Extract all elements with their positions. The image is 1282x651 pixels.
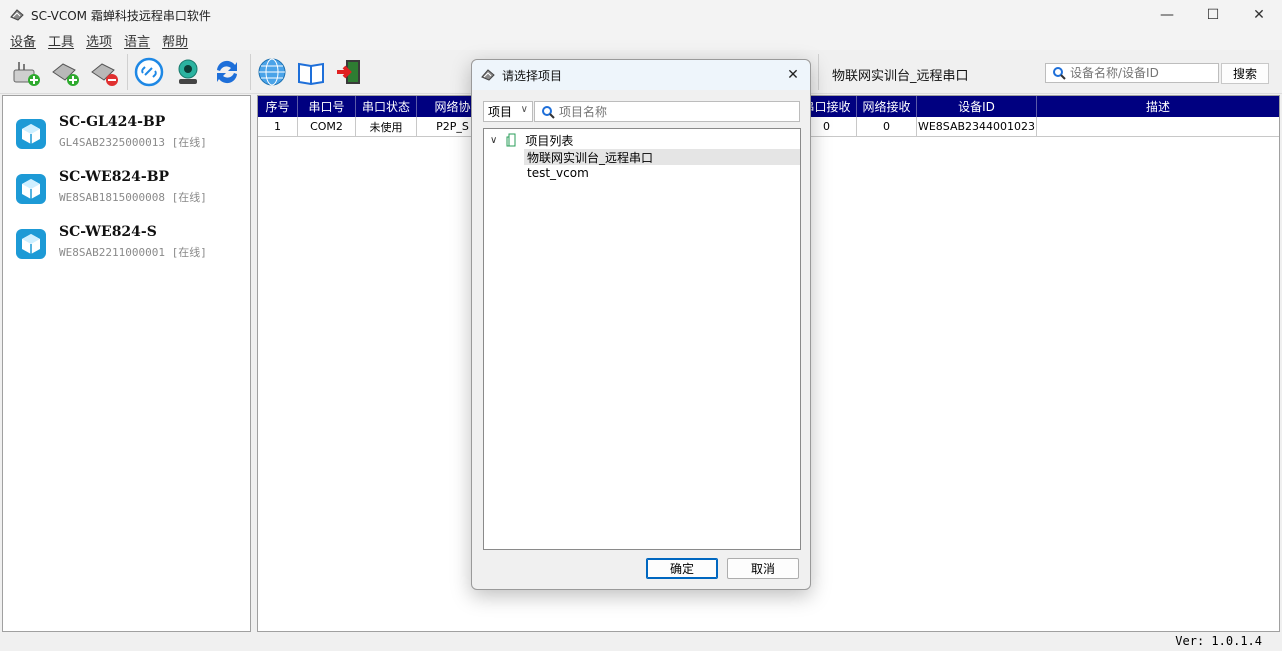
device-search-box[interactable] bbox=[1045, 63, 1219, 83]
maximize-button[interactable]: ☐ bbox=[1190, 0, 1236, 30]
minimize-button[interactable]: — bbox=[1144, 0, 1190, 30]
toolbar-separator bbox=[127, 54, 128, 90]
column-header[interactable]: 描述 bbox=[1037, 96, 1279, 117]
device-name: SC-WE824-S bbox=[59, 224, 157, 240]
add-connection-icon[interactable] bbox=[49, 56, 81, 88]
cancel-button[interactable]: 取消 bbox=[727, 558, 799, 579]
dialog-title: 请选择项目 bbox=[502, 68, 563, 83]
search-icon bbox=[542, 105, 555, 119]
chevron-down-icon: ∨ bbox=[520, 104, 528, 115]
tree-expand-icon[interactable]: ∨ bbox=[490, 135, 497, 146]
status-bar: Ver: 1.0.1.4 bbox=[0, 632, 1282, 651]
table-cell bbox=[1037, 117, 1279, 137]
column-header[interactable]: 设备ID bbox=[917, 96, 1037, 117]
device-item[interactable]: SC-WE824-S WE8SAB2211000001 [在线] bbox=[15, 222, 245, 266]
manual-book-icon[interactable] bbox=[295, 56, 327, 88]
column-header[interactable]: 网络接收 bbox=[857, 96, 917, 117]
exit-icon[interactable] bbox=[334, 56, 366, 88]
app-icon bbox=[481, 69, 495, 81]
device-item[interactable]: SC-WE824-BP WE8SAB1815000008 [在线] bbox=[15, 167, 245, 211]
tree-root-node[interactable]: ∨ 项目列表 bbox=[490, 131, 573, 149]
window-controls: — ☐ ✕ bbox=[1144, 0, 1282, 30]
title-bar: SC-VCOM 霜蝉科技远程串口软件 — ☐ ✕ bbox=[0, 0, 1282, 30]
tree-item-label: test_vcom bbox=[527, 166, 589, 180]
search-button[interactable]: 搜索 bbox=[1221, 63, 1269, 84]
device-name: SC-WE824-BP bbox=[59, 169, 170, 185]
project-search-input[interactable] bbox=[559, 104, 789, 119]
device-name: SC-GL424-BP bbox=[59, 114, 166, 130]
device-search-input[interactable] bbox=[1070, 66, 1210, 80]
tree-root-label: 项目列表 bbox=[525, 133, 574, 148]
table-cell: COM2 bbox=[298, 117, 356, 137]
device-box-icon bbox=[16, 229, 46, 259]
tree-item-project[interactable]: test_vcom bbox=[524, 165, 800, 181]
menu-language[interactable]: 语言 bbox=[118, 31, 156, 50]
close-button[interactable]: ✕ bbox=[1236, 0, 1282, 30]
table-cell: 未使用 bbox=[356, 117, 417, 137]
project-search-box[interactable] bbox=[534, 101, 800, 122]
version-label: Ver: 1.0.1.4 bbox=[1175, 634, 1262, 648]
dialog-close-button[interactable]: ✕ bbox=[782, 64, 804, 86]
tree-item-project[interactable]: 物联网实训台_远程串口 bbox=[524, 149, 800, 165]
table-cell: WE8SAB2344001023 bbox=[917, 117, 1037, 137]
remove-device-icon[interactable] bbox=[88, 56, 120, 88]
device-box-icon bbox=[16, 174, 46, 204]
select-project-dialog: 请选择项目 ✕ 项目 ∨ ∨ 项目列表 物联网实训台_远程串口 test_vco… bbox=[471, 59, 811, 590]
column-header[interactable]: 序号 bbox=[258, 96, 298, 117]
window-title: SC-VCOM 霜蝉科技远程串口软件 bbox=[31, 8, 211, 23]
table-cell: 0 bbox=[857, 117, 917, 137]
globe-icon[interactable] bbox=[256, 56, 288, 88]
device-id: WE8SAB2211000001 [在线] bbox=[59, 246, 207, 259]
link-icon[interactable] bbox=[133, 56, 165, 88]
project-folder-icon bbox=[506, 133, 516, 147]
menu-device[interactable]: 设备 bbox=[4, 31, 42, 50]
menu-bar: 设备 工具 选项 语言 帮助 bbox=[0, 30, 1282, 50]
project-tree: ∨ 项目列表 物联网实训台_远程串口 test_vcom bbox=[483, 128, 801, 550]
toolbar-separator bbox=[250, 54, 251, 90]
webcam-icon[interactable] bbox=[172, 56, 204, 88]
table-cell: 1 bbox=[258, 117, 298, 137]
dialog-title-bar: 请选择项目 ✕ bbox=[472, 60, 810, 90]
device-item[interactable]: SC-GL424-BP GL4SAB2325000013 [在线] bbox=[15, 112, 245, 156]
refresh-icon[interactable] bbox=[211, 56, 243, 88]
device-id: WE8SAB1815000008 [在线] bbox=[59, 191, 207, 204]
add-device-icon[interactable] bbox=[10, 56, 42, 88]
current-project-label: 物联网实训台_远程串口 bbox=[832, 69, 969, 84]
device-box-icon bbox=[16, 119, 46, 149]
menu-help[interactable]: 帮助 bbox=[156, 31, 194, 50]
column-header[interactable]: 串口状态 bbox=[356, 96, 417, 117]
menu-tools[interactable]: 工具 bbox=[42, 31, 80, 50]
ok-button[interactable]: 确定 bbox=[646, 558, 718, 579]
toolbar-separator bbox=[818, 54, 819, 90]
device-id: GL4SAB2325000013 [在线] bbox=[59, 136, 207, 149]
menu-options[interactable]: 选项 bbox=[80, 31, 118, 50]
search-icon bbox=[1053, 67, 1066, 80]
tree-item-label: 物联网实训台_远程串口 bbox=[527, 150, 654, 165]
filter-select[interactable]: 项目 ∨ bbox=[483, 101, 533, 122]
device-list-panel: SC-GL424-BP GL4SAB2325000013 [在线] SC-WE8… bbox=[2, 95, 251, 632]
column-header[interactable]: 串口号 bbox=[298, 96, 356, 117]
filter-select-value: 项目 bbox=[488, 105, 513, 119]
app-icon bbox=[10, 9, 24, 21]
